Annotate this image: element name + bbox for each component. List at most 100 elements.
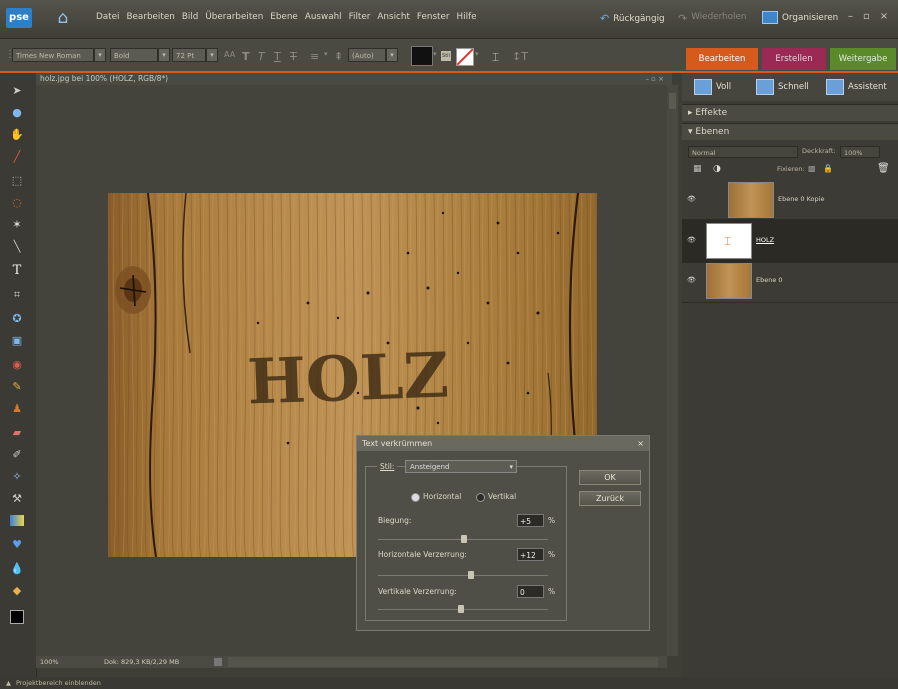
style-select[interactable]: Ansteigend ▾ [405, 460, 517, 473]
back-button[interactable]: Zurück [579, 491, 641, 506]
impressionist-brush-tool-icon[interactable]: ⚒ [8, 491, 26, 507]
font-style-chevron-icon[interactable]: ▾ [158, 48, 170, 62]
project-bin-bar[interactable]: ▲ Projektbereich einblenden [0, 677, 898, 689]
cookie-cutter-tool-icon[interactable]: ✪ [8, 311, 26, 327]
hand-tool-icon[interactable]: ✋ [8, 127, 26, 143]
tab-erstellen[interactable]: Erstellen [762, 48, 826, 70]
align-chevron-icon[interactable]: ▾ [324, 50, 328, 58]
horizontal-distortion-slider-handle[interactable] [468, 571, 474, 579]
faux-bold-icon[interactable]: T [242, 50, 250, 63]
horizontal-scrollbar[interactable] [228, 657, 658, 667]
redo-button[interactable]: ↷ Wiederholen [678, 12, 746, 25]
healing-brush-tool-icon[interactable]: ✎ [8, 379, 26, 395]
font-size-select[interactable]: 72 Pt [172, 48, 206, 62]
style-chevron-icon[interactable]: ▾ [475, 50, 479, 58]
faux-italic-icon[interactable]: T [258, 50, 265, 63]
effects-panel-header[interactable]: ▸ Effekte [682, 104, 898, 121]
app-logo[interactable]: pse [6, 8, 32, 28]
no-style-icon[interactable] [456, 48, 474, 66]
organize-button[interactable]: Organisieren [762, 11, 838, 24]
new-layer-icon[interactable]: ▦ [693, 164, 702, 174]
foreground-color-swatch[interactable] [10, 610, 24, 624]
sponge-tool-icon[interactable]: ◆ [8, 583, 26, 599]
vertical-radio[interactable] [476, 493, 485, 502]
menu-ansicht[interactable]: Ansicht [377, 12, 409, 22]
strikethrough-icon[interactable]: T [290, 50, 297, 63]
minimize-icon[interactable]: – [848, 11, 853, 22]
status-menu-icon[interactable] [214, 658, 222, 666]
horizontal-radio[interactable] [411, 493, 420, 502]
adjustment-layer-icon[interactable]: ◑ [713, 164, 721, 174]
red-eye-tool-icon[interactable]: ◉ [8, 357, 26, 373]
magic-wand-tool-icon[interactable]: ✶ [8, 217, 26, 233]
warp-text-icon[interactable]: ⌶ [492, 50, 499, 65]
menu-hilfe[interactable]: Hilfe [457, 12, 477, 22]
text-color-swatch[interactable] [411, 46, 433, 66]
eyedropper-tool-icon[interactable]: ╱ [8, 149, 26, 165]
vertical-distortion-input[interactable]: 0 [517, 585, 544, 598]
menu-bild[interactable]: Bild [182, 12, 199, 22]
menu-ebene[interactable]: Ebene [270, 12, 298, 22]
opacity-input[interactable]: 100% [840, 146, 880, 158]
menu-filter[interactable]: Filter [349, 12, 371, 22]
font-size-chevron-icon[interactable]: ▾ [206, 48, 218, 62]
shape-tool-icon[interactable]: ♥ [8, 537, 26, 553]
lock-icon[interactable]: 🔒 [823, 164, 833, 173]
layer-row[interactable]: 👁 Ebene 0 [682, 259, 898, 303]
close-icon[interactable]: × [880, 11, 888, 22]
dialog-close-icon[interactable]: × [637, 436, 644, 451]
crop-tool-icon[interactable]: ⌗ [8, 287, 26, 303]
align-icon[interactable]: ≡ [310, 50, 319, 63]
tab-bearbeiten[interactable]: Bearbeiten [686, 48, 758, 70]
vertical-scrollbar[interactable] [667, 85, 678, 656]
color-chevron-icon[interactable]: ▾ [433, 50, 437, 58]
trash-icon[interactable]: 🗑 [877, 163, 890, 174]
menu-fenster[interactable]: Fenster [417, 12, 450, 22]
visibility-icon[interactable]: 👁 [687, 236, 696, 244]
tab-weitergabe[interactable]: Weitergabe [830, 48, 896, 70]
zoom-level[interactable]: 100% [40, 656, 59, 668]
vertical-distortion-slider-handle[interactable] [458, 605, 464, 613]
visibility-icon[interactable]: 👁 [687, 195, 696, 203]
antialias-icon[interactable]: AA [224, 50, 235, 59]
menu-auswahl[interactable]: Auswahl [305, 12, 342, 22]
selection-brush-tool-icon[interactable]: ╲ [8, 239, 26, 255]
document-window-controls[interactable]: – ▫ × [645, 73, 664, 85]
visibility-icon[interactable]: 👁 [687, 276, 696, 284]
menu-bearbeiten[interactable]: Bearbeiten [126, 12, 174, 22]
text-orientation-icon[interactable]: ↕T [512, 50, 528, 63]
horizontal-distortion-slider[interactable] [378, 575, 548, 576]
layer-row[interactable]: 👁 ⌶ HOLZ [682, 219, 898, 263]
leading-select[interactable]: (Auto) [348, 48, 386, 62]
menu-ueberarbeiten[interactable]: Überarbeiten [205, 12, 263, 22]
ok-button[interactable]: OK [579, 470, 641, 485]
home-icon[interactable]: ⌂ [50, 7, 76, 29]
blur-tool-icon[interactable]: 💧 [8, 561, 26, 577]
gradient-tool-icon[interactable] [8, 515, 26, 531]
menu-datei[interactable]: Datei [96, 12, 119, 22]
tab-assistent[interactable]: Assistent [826, 76, 887, 98]
underline-icon[interactable]: T [274, 50, 281, 63]
layer-row[interactable]: 👁 Ebene 0 Kopie [682, 178, 898, 222]
zoom-tool-icon[interactable]: ● [8, 105, 26, 121]
lasso-tool-icon[interactable]: ◌ [8, 195, 26, 211]
leading-chevron-icon[interactable]: ▾ [386, 48, 398, 62]
smart-brush-tool-icon[interactable]: ✧ [8, 469, 26, 485]
tab-voll[interactable]: Voll [694, 76, 731, 98]
lock-transparency-icon[interactable]: ▩ [808, 164, 816, 173]
tab-schnell[interactable]: Schnell [756, 76, 809, 98]
move-tool-icon[interactable]: ➤ [8, 83, 26, 99]
layers-panel-header[interactable]: ▾ Ebenen [682, 123, 898, 140]
brush-tool-icon[interactable]: ✐ [8, 447, 26, 463]
style-icon[interactable]: Stil [441, 51, 451, 61]
eraser-tool-icon[interactable]: ▰ [8, 425, 26, 441]
clone-stamp-tool-icon[interactable]: ♟ [8, 401, 26, 417]
marquee-tool-icon[interactable]: ⬚ [8, 173, 26, 189]
font-style-select[interactable]: Bold [110, 48, 158, 62]
bend-input[interactable]: +5 [517, 514, 544, 527]
font-family-select[interactable]: Times New Roman [12, 48, 94, 62]
blend-mode-select[interactable]: Normal [688, 146, 798, 158]
font-family-chevron-icon[interactable]: ▾ [94, 48, 106, 62]
maximize-icon[interactable]: ▫ [863, 11, 870, 22]
type-tool-icon[interactable]: T [8, 263, 26, 279]
